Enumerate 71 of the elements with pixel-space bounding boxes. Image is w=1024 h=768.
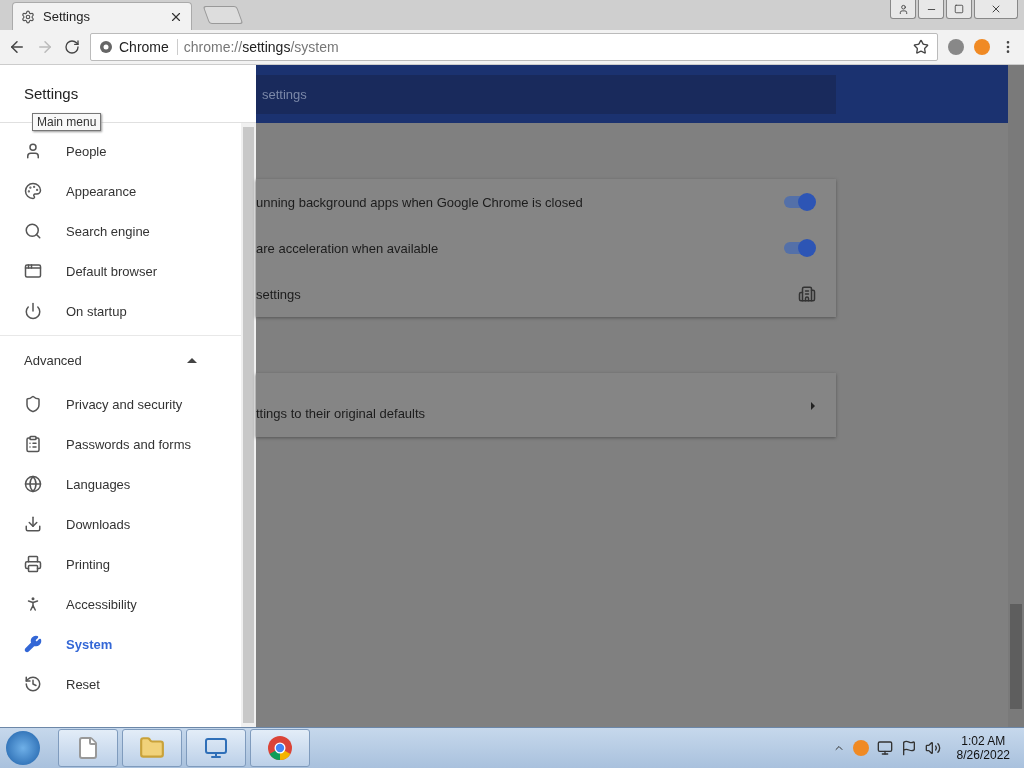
star-icon[interactable] [913, 39, 929, 55]
close-icon [990, 3, 1002, 15]
chrome-logo-icon [99, 40, 113, 54]
flag-icon[interactable] [900, 740, 917, 756]
volume-icon[interactable] [924, 740, 941, 756]
browser-window-icon [24, 262, 42, 280]
palette-icon [24, 182, 42, 200]
back-icon[interactable] [8, 38, 26, 56]
clock[interactable]: 1:02 AM 8/26/2022 [948, 734, 1018, 762]
setting-label: are acceleration when available [256, 240, 439, 256]
toggle-switch[interactable] [784, 192, 816, 212]
nav-item[interactable]: Languages [0, 464, 241, 504]
arrow-right-icon[interactable] [810, 401, 816, 411]
globe-icon [24, 475, 42, 493]
new-tab-button[interactable] [202, 6, 244, 24]
wrench-icon [24, 635, 42, 653]
forward-icon[interactable] [36, 38, 54, 56]
toggle-switch[interactable] [784, 238, 816, 258]
tooltip: Main menu [32, 113, 102, 131]
reload-icon[interactable] [64, 39, 80, 55]
taskbar-button[interactable] [58, 729, 118, 767]
power-icon [24, 302, 42, 320]
setting-label: ttings to their original defaults [256, 406, 426, 423]
taskbar-button[interactable] [250, 729, 310, 767]
scrollbar[interactable] [241, 123, 256, 727]
extension-icon[interactable] [948, 39, 964, 55]
search-icon [24, 222, 42, 240]
clipboard-icon [24, 435, 42, 453]
nav-item[interactable]: Downloads [0, 504, 241, 544]
nav-item[interactable]: People [0, 131, 241, 171]
nav-item[interactable]: Privacy and security [0, 384, 241, 424]
file-icon [76, 736, 100, 760]
nav-item[interactable]: Accessibility [0, 584, 241, 624]
building-icon[interactable] [798, 285, 816, 303]
nav-item[interactable]: Default browser [0, 251, 241, 291]
nav-item[interactable]: Search engine [0, 211, 241, 251]
tray-app-icon[interactable] [852, 740, 869, 756]
nav-item[interactable]: Appearance [0, 171, 241, 211]
shield-icon [24, 395, 42, 413]
nav-item[interactable]: On startup [0, 291, 241, 331]
chrome-logo-icon [267, 735, 293, 761]
nav-item[interactable]: System [0, 624, 241, 664]
taskbar-button[interactable] [122, 729, 182, 767]
nav-item[interactable]: Passwords and forms [0, 424, 241, 464]
browser-tab[interactable]: Settings [12, 2, 192, 30]
search-field[interactable]: settings [256, 74, 836, 114]
close-button[interactable] [974, 0, 1018, 19]
minimize-button[interactable] [918, 0, 944, 19]
person-icon [897, 3, 909, 15]
nav-item[interactable]: Reset [0, 664, 241, 704]
setting-label: unning background apps when Google Chrome is closed [256, 194, 583, 210]
network-icon[interactable] [876, 740, 893, 756]
gear-icon [21, 9, 35, 24]
caret-icon [187, 357, 197, 363]
scrollbar[interactable] [1008, 65, 1024, 727]
start-button[interactable] [6, 731, 40, 765]
drawer-title: Settings [24, 85, 79, 102]
person-icon [24, 142, 42, 160]
taskbar-button[interactable] [186, 729, 246, 767]
nav-item[interactable]: Printing [0, 544, 241, 584]
setting-label: settings [256, 286, 301, 302]
folder-icon [139, 735, 165, 761]
download-icon [24, 515, 42, 533]
profile-button[interactable] [890, 0, 916, 19]
monitor-icon [204, 736, 228, 760]
restore-button[interactable] [946, 0, 972, 19]
restore-icon [954, 4, 964, 14]
history-icon [24, 675, 42, 693]
address-bar[interactable]: Chrome chrome://settings/system [90, 33, 938, 61]
extension-icon[interactable] [974, 39, 990, 55]
printer-icon [24, 555, 42, 573]
